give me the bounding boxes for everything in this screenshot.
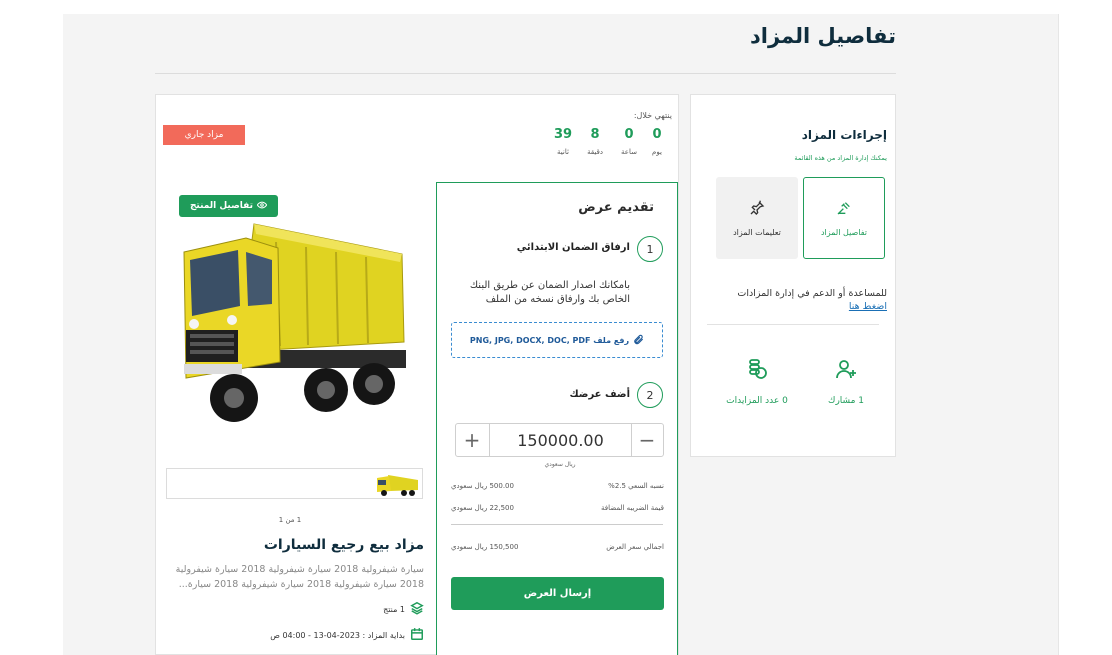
step-1-label: ارفاق الضمان الابتدائي (516, 242, 630, 253)
upload-dropzone[interactable]: رفع ملف PNG, JPG, DOCX, DOC, PDF (451, 322, 663, 358)
user-plus-icon (834, 357, 858, 384)
timer-days: 0 (652, 127, 662, 142)
auction-instructions-card[interactable]: تعليمات المزاد (716, 177, 798, 259)
eye-icon (256, 200, 268, 213)
pin-icon (749, 200, 765, 218)
thumbnail-item[interactable] (374, 471, 420, 496)
product-image (176, 212, 408, 427)
timer-hours: 0 (624, 127, 634, 142)
total-value: 150,500 ريال سعودي (451, 543, 519, 551)
step-2-circle: 2 (637, 382, 663, 408)
step-1-circle: 1 (637, 236, 663, 262)
total-label: اجمالي سعر العرض (606, 543, 664, 551)
timer-seconds-label: ثانية (557, 148, 569, 156)
timer-seconds: 39 (553, 127, 573, 142)
scroll-gutter (1058, 14, 1112, 655)
title-divider (155, 73, 896, 74)
image-counter: 1 من 1 (278, 516, 302, 524)
actions-subtitle: يمكنك إدارة المزاد من هذه القائمة (794, 154, 887, 162)
help-link[interactable]: اضغط هنا (849, 301, 887, 312)
effort-label: نسبه السعي 2.5% (608, 482, 664, 490)
product-details-label: تفاصيل المنتج (189, 201, 254, 211)
auction-instructions-card-label: تعليمات المزاد (733, 227, 781, 237)
effort-value: 500.00 ريال سعودي (451, 482, 514, 490)
auction-details-card[interactable]: تفاصيل المزاد (803, 177, 885, 259)
help-text: للمساعدة أو الدعم في إدارة المزادات اضغط… (712, 287, 887, 313)
vat-label: قيمة الضريبه المضافة (601, 504, 664, 512)
paperclip-icon (633, 334, 644, 347)
auction-title: مزاد بيع رجيع السيارات (263, 537, 424, 553)
bids-count: 0 عدد المزايدات (726, 396, 788, 406)
upload-label: رفع ملف PNG, JPG, DOCX, DOC, PDF (469, 335, 630, 345)
auction-details-card-label: تفاصيل المزاد (820, 227, 867, 237)
participants-count: 1 مشارك (828, 396, 864, 406)
gavel-icon (836, 200, 852, 218)
timer-days-label: يوم (652, 148, 662, 156)
offer-divider (451, 524, 663, 525)
actions-divider (707, 324, 879, 325)
decrease-button[interactable]: − (631, 424, 663, 456)
timer-label: ينتهي خلال: (633, 111, 672, 120)
vat-value: 22,500 ريال سعودي (451, 504, 514, 512)
submit-offer-button[interactable]: إرسال العرض (451, 577, 664, 610)
page-title: تفاصيل المزاد (749, 24, 896, 48)
layers-icon (410, 601, 424, 617)
status-badge: مزاد جاري (163, 125, 245, 145)
start-date: بداية المزاد : 2023-04-13 - 04:00 ص (270, 627, 424, 643)
calendar-icon (410, 627, 424, 643)
actions-title: إجراءات المزاد (801, 128, 887, 142)
thumbnail-strip (166, 468, 423, 499)
step-1-description: بامكانك اصدار الضمان عن طريق البنك الخاص… (469, 280, 630, 305)
increase-button[interactable]: + (456, 424, 488, 456)
currency-label: ريال سعودي (544, 461, 576, 468)
bid-amount-stepper: + 150000.00 − (455, 423, 664, 457)
offer-title: تقديم عرض (578, 200, 654, 215)
start-date-text: بداية المزاد : 2023-04-13 - 04:00 ص (270, 630, 405, 640)
participants-stat: 1 مشارك (806, 357, 886, 406)
product-count-text: 1 منتج (383, 604, 405, 614)
timer-hours-label: ساعة (621, 148, 637, 156)
timer-minutes-label: دقيقة (587, 148, 603, 156)
timer-minutes: 8 (590, 127, 600, 142)
bid-amount-input[interactable]: 150000.00 (489, 424, 632, 456)
bids-stat: 0 عدد المزايدات (717, 357, 797, 406)
product-count: 1 منتج (383, 601, 424, 617)
coins-icon (745, 357, 769, 384)
auction-description: سيارة شيفرولية 2018 سيارة شيفرولية 2018 … (175, 564, 424, 590)
help-text-label: للمساعدة أو الدعم في إدارة المزادات (737, 288, 887, 299)
step-2-label: أضف عرضك (569, 389, 630, 400)
